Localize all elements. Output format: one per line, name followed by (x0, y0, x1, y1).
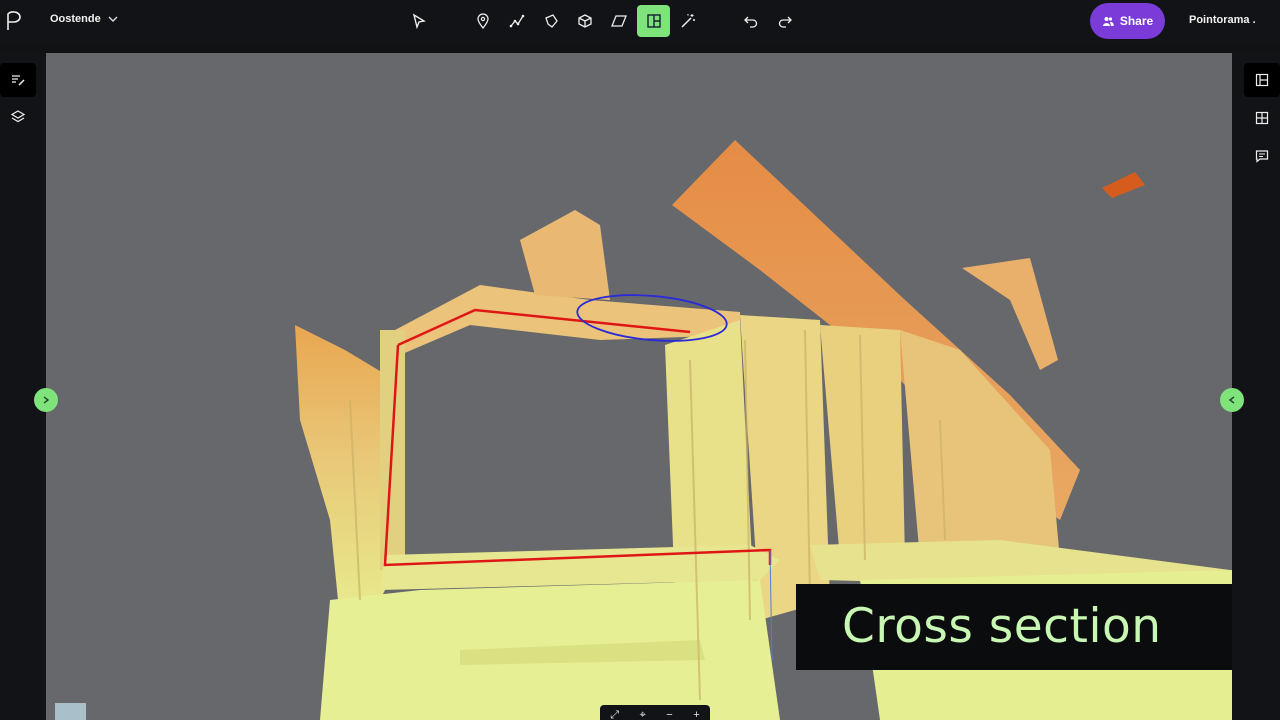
project-selector[interactable]: Oostende (50, 13, 119, 25)
box-tool[interactable] (568, 5, 601, 37)
polyline-icon (509, 14, 524, 28)
zoom-out-button[interactable]: − (666, 709, 672, 720)
polyline-tool[interactable] (500, 5, 533, 37)
cross-section-tool[interactable] (637, 5, 670, 37)
redo-icon (778, 16, 792, 28)
recenter-icon[interactable]: ⌖ (640, 709, 646, 720)
expand-left-panel-button[interactable] (34, 388, 58, 412)
undo-button[interactable] (734, 5, 767, 37)
users-icon (1102, 17, 1114, 26)
fullscreen-icon[interactable]: ⤢ (610, 709, 619, 720)
panel-button[interactable] (1244, 63, 1280, 97)
comment-icon (1255, 150, 1269, 163)
polygon-tool[interactable] (534, 5, 567, 37)
location-pin-icon (476, 13, 489, 29)
share-button[interactable]: Share (1090, 3, 1165, 39)
comment-button[interactable] (1244, 139, 1280, 173)
app-logo-icon (7, 11, 21, 30)
view-controls: ⤢ ⌖ − + (600, 705, 710, 720)
table-icon (1255, 111, 1269, 125)
layers-button[interactable] (0, 100, 36, 134)
chevron-down-icon (108, 16, 118, 22)
chevron-left-icon (1228, 396, 1235, 404)
left-sidebar (0, 53, 46, 720)
table-button[interactable] (1244, 101, 1280, 135)
share-label: Share (1119, 14, 1154, 28)
magic-wand-icon (680, 14, 695, 28)
panel-icon (1255, 73, 1269, 87)
annotations-icon (12, 75, 25, 86)
plane-tool[interactable] (602, 5, 635, 37)
caption-text: Cross section (842, 599, 1162, 654)
project-name: Oostende (50, 13, 101, 25)
annotations-button[interactable] (0, 63, 36, 97)
redo-button[interactable] (768, 5, 801, 37)
select-tool[interactable] (402, 5, 435, 37)
point-tool[interactable] (466, 5, 499, 37)
layers-icon (11, 110, 25, 123)
collapse-right-panel-button[interactable] (1220, 388, 1244, 412)
parallelogram-icon (610, 15, 627, 27)
cross-section-icon (646, 14, 661, 28)
cursor-icon (412, 13, 426, 29)
magic-wand-tool[interactable] (671, 5, 704, 37)
minimap-thumbnail[interactable] (55, 703, 86, 720)
account-menu[interactable]: Pointorama . (1189, 14, 1256, 26)
right-sidebar (1232, 53, 1280, 720)
undo-icon (743, 16, 757, 28)
zoom-in-button[interactable]: + (693, 709, 699, 720)
top-bar: Oostende Share Pointorama . (0, 0, 1280, 43)
chevron-right-icon (43, 396, 50, 404)
polygon-icon (544, 14, 558, 28)
cube-icon (577, 14, 592, 28)
